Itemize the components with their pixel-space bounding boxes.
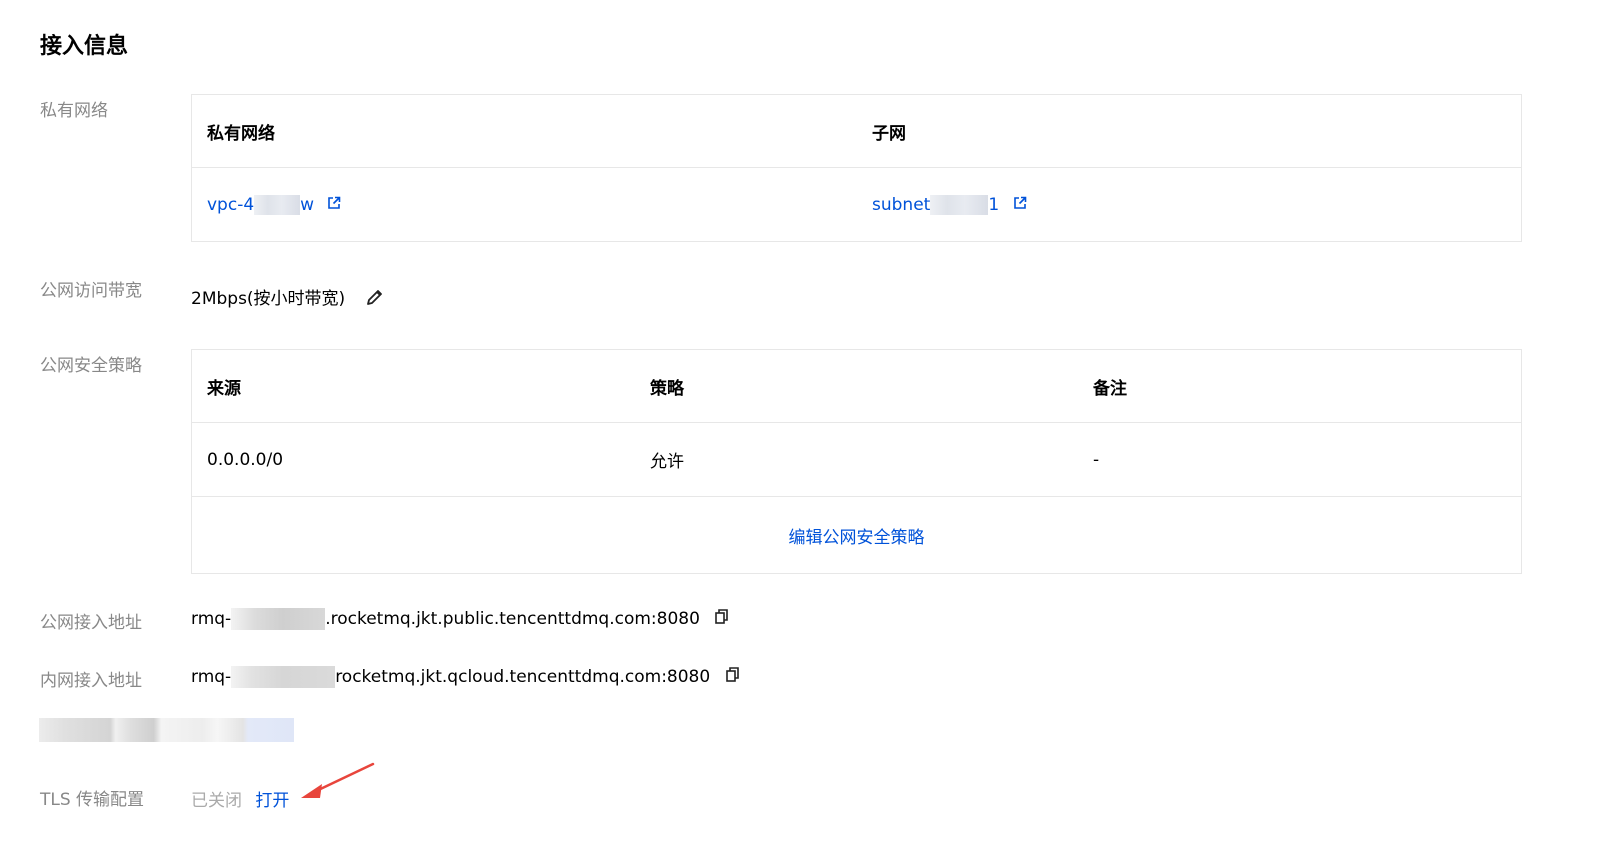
public-endpoint-row: rmq- .rocketmq.jkt.public.tencenttdmq.com… <box>191 608 729 630</box>
policy-cell: 允许 <box>635 422 1078 497</box>
vpc-table-header: 私有网络 子网 <box>191 94 1522 168</box>
remark-cell: - <box>1078 422 1522 497</box>
vpc-cell: vpc-4 w <box>192 168 858 242</box>
security-policy-table: 来源 策略 备注 0.0.0.0/0 允许 - 编辑公网安全策略 <box>191 349 1522 574</box>
private-endpoint-prefix: rmq- <box>191 667 232 687</box>
redacted-block <box>254 194 301 215</box>
copy-icon[interactable] <box>715 608 729 630</box>
public-endpoint-label: 公网接入地址 <box>40 613 142 633</box>
subnet-id-prefix: subnet <box>872 194 931 215</box>
vpc-id-prefix: vpc-4 <box>207 194 255 215</box>
table-row: 0.0.0.0/0 允许 - <box>191 422 1522 497</box>
bandwidth-value-row: 2Mbps(按小时带宽) <box>191 284 385 312</box>
security-policy-label: 公网安全策略 <box>40 356 142 376</box>
redacted-block <box>930 194 989 215</box>
subnet-column-header: 子网 <box>857 94 1522 168</box>
redacted-block <box>231 608 326 630</box>
subnet-id-link[interactable]: subnet 1 <box>872 194 1000 215</box>
edit-cell: 编辑公网安全策略 <box>192 497 1522 574</box>
table-row: vpc-4 w subnet 1 <box>192 168 1522 242</box>
bandwidth-value: 2Mbps(按小时带宽) <box>191 289 346 309</box>
source-cell: 0.0.0.0/0 <box>191 422 635 497</box>
policy-column-header: 策略 <box>635 349 1078 423</box>
bandwidth-label: 公网访问带宽 <box>40 281 142 301</box>
subnet-cell: subnet 1 <box>857 168 1522 242</box>
security-table-header: 来源 策略 备注 <box>191 349 1522 423</box>
vpc-label: 私有网络 <box>40 101 108 121</box>
private-endpoint-label: 内网接入地址 <box>40 671 142 691</box>
external-link-icon[interactable] <box>327 195 341 215</box>
edit-row: 编辑公网安全策略 <box>192 497 1522 574</box>
remark-column-header: 备注 <box>1078 349 1522 423</box>
vpc-column-header: 私有网络 <box>191 94 857 168</box>
public-endpoint-suffix: .rocketmq.jkt.public.tencenttdmq.com:808… <box>325 609 700 629</box>
edit-pencil-icon[interactable] <box>365 287 385 312</box>
public-endpoint-prefix: rmq- <box>191 609 232 629</box>
source-column-header: 来源 <box>191 349 635 423</box>
private-endpoint-row: rmq-rocketmq.jkt.qcloud.tencenttdmq.com:… <box>191 666 740 688</box>
subnet-id-suffix: 1 <box>988 194 1000 215</box>
copy-icon[interactable] <box>725 666 740 688</box>
vpc-id-link[interactable]: vpc-4 w <box>207 194 315 215</box>
vpc-table: 私有网络 子网 vpc-4 w subnet 1 <box>191 94 1522 242</box>
tls-open-link[interactable]: 打开 <box>255 791 289 811</box>
tls-status: 已关闭 <box>191 791 242 811</box>
section-title: 接入信息 <box>40 34 129 59</box>
vpc-id-suffix: w <box>300 194 315 215</box>
private-endpoint-suffix: rocketmq.jkt.qcloud.tencenttdmq.com:8080 <box>335 667 711 687</box>
tls-label: TLS 传输配置 <box>40 790 145 810</box>
external-link-icon[interactable] <box>1013 195 1027 215</box>
edit-security-policy-link[interactable]: 编辑公网安全策略 <box>789 528 925 548</box>
annotation-arrow <box>301 762 375 798</box>
redacted-row <box>39 718 294 742</box>
tls-row: 已关闭 打开 <box>191 786 289 811</box>
redacted-block <box>231 666 336 688</box>
